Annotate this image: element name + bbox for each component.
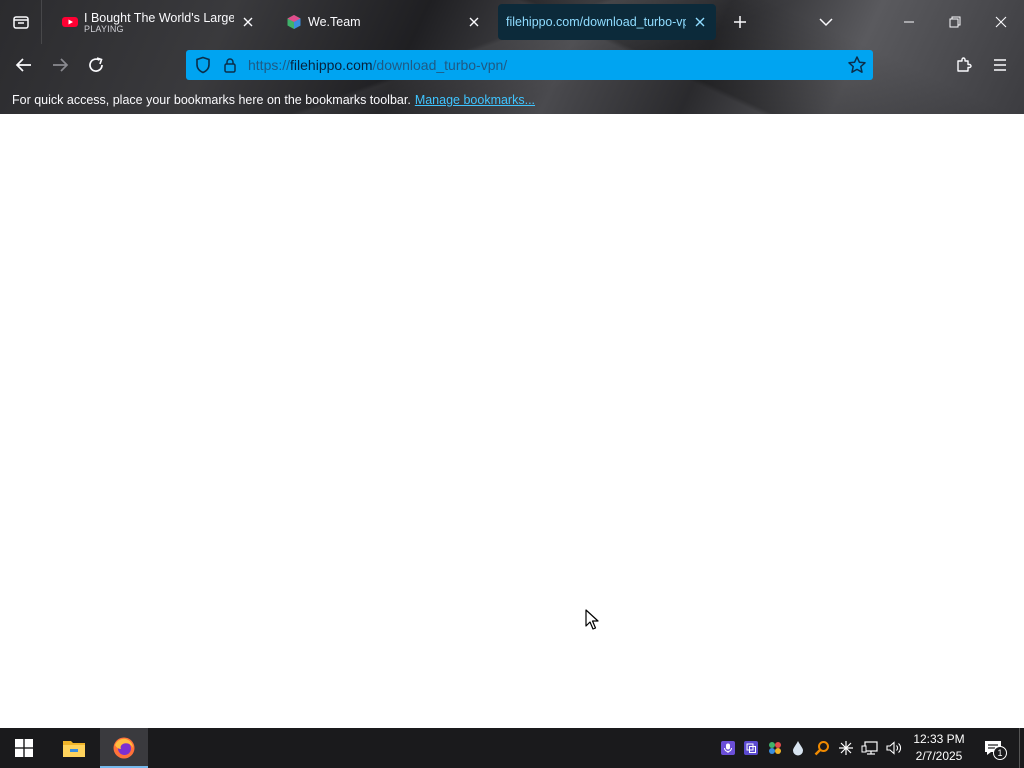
tab-list-icon — [12, 16, 29, 29]
navigation-toolbar: https://filehippo.com/download_turbo-vpn… — [0, 44, 1024, 86]
shield-icon[interactable] — [194, 56, 212, 74]
manage-bookmarks-link[interactable]: Manage bookmarks... — [415, 93, 535, 107]
browser-chrome: I Bought The World's Largest M PLAYING W… — [0, 0, 1024, 114]
tray-volume[interactable] — [884, 738, 904, 758]
tray-copy[interactable] — [741, 738, 761, 758]
firefox-view-button[interactable] — [0, 0, 42, 44]
sparkle-icon — [839, 741, 853, 755]
notification-count-badge: 1 — [993, 746, 1007, 760]
tab-title: I Bought The World's Largest M — [84, 10, 234, 25]
url-host: filehippo.com — [290, 57, 373, 73]
bookmarks-empty-message: For quick access, place your bookmarks h… — [12, 93, 411, 107]
close-tab-button[interactable] — [690, 12, 710, 32]
arrow-right-icon — [53, 58, 69, 72]
windows-taskbar: 12:33 PM 2/7/2025 1 — [0, 728, 1024, 768]
microphone-icon — [721, 741, 735, 755]
tray-microphone[interactable] — [718, 738, 738, 758]
close-icon — [695, 17, 705, 27]
minimize-button[interactable] — [886, 0, 932, 44]
taskbar-clock[interactable]: 12:33 PM 2/7/2025 — [906, 731, 972, 765]
file-explorer-icon — [63, 741, 85, 757]
url-path: /download_turbo-vpn/ — [372, 57, 508, 73]
url-text[interactable]: https://filehippo.com/download_turbo-vpn… — [248, 57, 847, 73]
plus-icon — [734, 16, 746, 28]
tray-sparkle[interactable] — [836, 738, 856, 758]
restore-button[interactable] — [932, 0, 978, 44]
reload-icon — [89, 57, 103, 72]
close-icon — [243, 17, 253, 27]
tab-title: We.Team — [308, 15, 361, 29]
action-center-button[interactable]: 1 — [978, 736, 1008, 760]
mouse-cursor-icon — [585, 609, 599, 630]
hamburger-icon — [994, 59, 1006, 71]
url-scheme: https:// — [248, 57, 291, 73]
close-tab-button[interactable] — [464, 12, 484, 32]
close-icon — [469, 17, 479, 27]
tab-title: filehippo.com/download_turbo-vpn — [506, 15, 686, 29]
lock-icon[interactable] — [222, 57, 238, 73]
new-tab-button[interactable] — [728, 10, 752, 34]
app-menu-button[interactable] — [988, 53, 1012, 77]
clock-time: 12:33 PM — [913, 732, 965, 746]
tab-playing-label: PLAYING — [84, 23, 124, 34]
youtube-icon — [62, 17, 78, 27]
close-window-button[interactable] — [978, 0, 1024, 44]
droplet-icon — [793, 741, 803, 756]
bookmarks-toolbar: For quick access, place your bookmarks h… — [0, 86, 1024, 114]
network-icon — [861, 741, 878, 755]
close-tab-button[interactable] — [238, 12, 258, 32]
tab-youtube[interactable]: I Bought The World's Largest M PLAYING — [50, 4, 264, 40]
list-all-tabs-button[interactable] — [814, 10, 838, 34]
copy-icon — [744, 741, 758, 755]
network-tool-icon — [769, 742, 781, 754]
extensions-button[interactable] — [952, 53, 976, 77]
windows-logo-icon — [15, 739, 33, 757]
url-bar[interactable]: https://filehippo.com/download_turbo-vpn… — [186, 50, 873, 80]
search-tool-icon — [814, 741, 829, 756]
arrow-left-icon — [15, 58, 31, 72]
tray-droplet[interactable] — [788, 738, 808, 758]
volume-icon — [886, 741, 901, 755]
reload-button[interactable] — [82, 51, 110, 79]
puzzle-icon — [957, 57, 972, 72]
restore-icon — [949, 16, 961, 28]
back-button[interactable] — [10, 51, 38, 79]
show-desktop-button[interactable] — [1019, 728, 1024, 768]
tray-search-tool[interactable] — [812, 738, 832, 758]
bookmark-star-icon[interactable] — [847, 55, 867, 75]
close-icon — [995, 16, 1007, 28]
tray-network[interactable] — [860, 738, 880, 758]
weteam-icon — [287, 15, 301, 29]
start-button[interactable] — [0, 728, 48, 768]
firefox-icon — [113, 737, 135, 759]
page-content[interactable] — [0, 114, 1024, 728]
file-explorer-taskbar-button[interactable] — [50, 728, 98, 768]
firefox-taskbar-button[interactable] — [100, 728, 148, 768]
clock-date: 2/7/2025 — [915, 749, 963, 763]
forward-button[interactable] — [46, 51, 74, 79]
chevron-down-icon — [819, 18, 833, 27]
tab-weteam[interactable]: We.Team — [274, 4, 490, 40]
minimize-icon — [904, 21, 914, 23]
tab-strip: I Bought The World's Largest M PLAYING W… — [0, 0, 1024, 44]
tab-filehippo-active[interactable]: filehippo.com/download_turbo-vpn — [498, 4, 716, 40]
tray-network-tool[interactable] — [765, 738, 785, 758]
